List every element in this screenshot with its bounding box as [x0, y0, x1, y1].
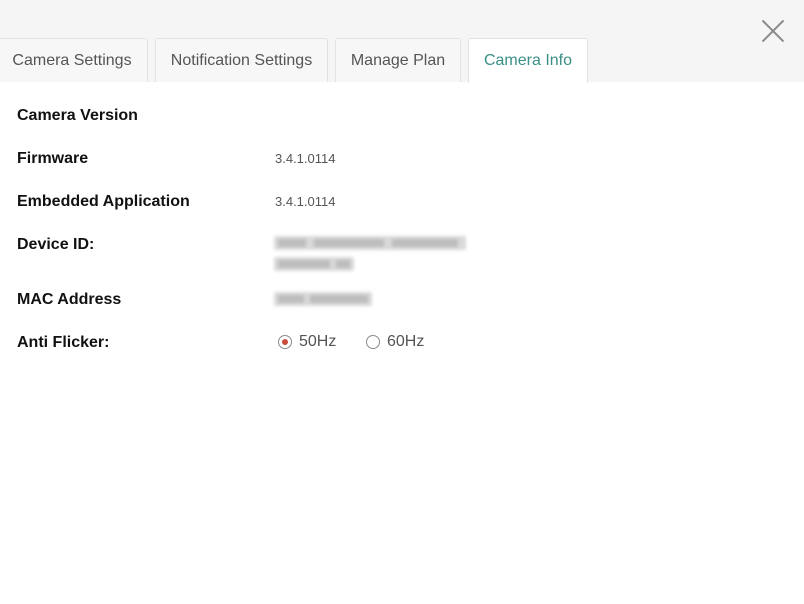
tab-manage-plan[interactable]: Manage Plan	[335, 38, 461, 82]
firmware-label: Firmware	[17, 150, 89, 167]
anti-flicker-50hz-label: 50Hz	[299, 333, 337, 350]
tab-camera-settings[interactable]: Camera Settings	[0, 38, 148, 82]
dialog-header: Camera Settings Notification Settings Ma…	[0, 0, 804, 83]
radio-unchecked-icon[interactable]	[366, 335, 380, 349]
embedded-application-label: Embedded Application	[17, 193, 190, 210]
device-id-value-redacted	[274, 236, 466, 250]
radio-checked-icon[interactable]	[278, 335, 292, 349]
mac-address-label: MAC Address	[17, 291, 122, 308]
anti-flicker-60hz-label: 60Hz	[387, 333, 425, 350]
section-title-camera-version: Camera Version	[17, 107, 138, 124]
mac-address-value-redacted	[274, 292, 372, 306]
anti-flicker-option-60hz[interactable]: 60Hz	[366, 332, 430, 352]
embedded-application-value: 3.4.1.0114	[275, 194, 336, 209]
device-id-label: Device ID:	[17, 236, 95, 253]
anti-flicker-label: Anti Flicker:	[17, 334, 110, 351]
close-icon[interactable]	[760, 18, 786, 44]
firmware-value: 3.4.1.0114	[275, 151, 336, 166]
anti-flicker-option-50hz[interactable]: 50Hz	[278, 332, 342, 352]
device-id-value-redacted-line2	[274, 257, 354, 271]
tab-notification-settings[interactable]: Notification Settings	[155, 38, 328, 82]
tab-camera-info[interactable]: Camera Info	[468, 38, 588, 83]
